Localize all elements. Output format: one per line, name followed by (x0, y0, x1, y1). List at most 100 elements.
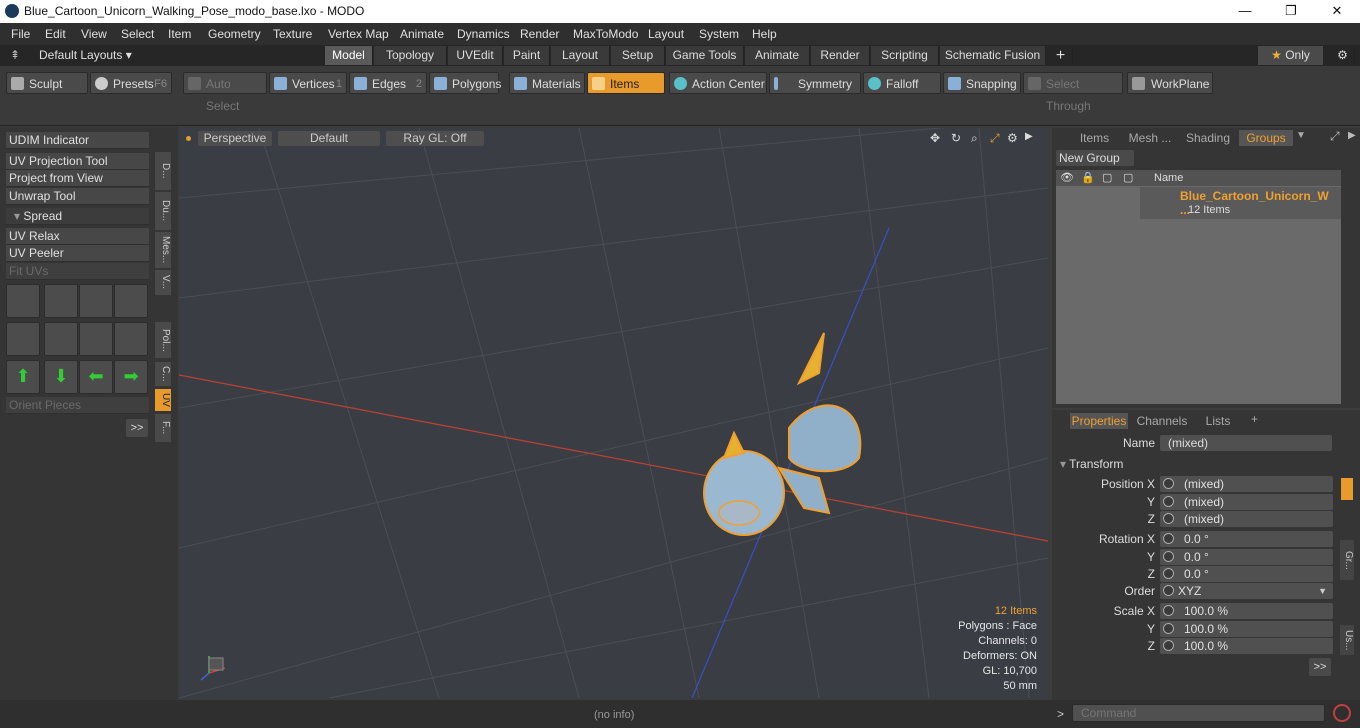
tab-game-tools[interactable]: Game Tools (666, 46, 744, 65)
new-group-button[interactable]: New Group (1056, 150, 1134, 166)
uv-projection-tool-button[interactable]: UV Projection Tool (6, 153, 149, 170)
menu-vertex-map[interactable]: Vertex Map (328, 27, 389, 41)
vtab-mes[interactable]: Mes... (155, 232, 171, 268)
raygl-dropdown[interactable]: Ray GL: Off (386, 131, 484, 146)
udim-indicator-button[interactable]: UDIM Indicator (6, 132, 149, 149)
unwrap-tool-button[interactable]: Unwrap Tool (6, 188, 149, 205)
items-button[interactable]: Items (587, 72, 665, 94)
tab-shading[interactable]: Shading (1180, 130, 1236, 146)
menu-view[interactable]: View (81, 27, 107, 41)
keyframe-icon[interactable] (1163, 568, 1174, 579)
uv-relax-button[interactable]: UV Relax (6, 228, 149, 245)
menu-select[interactable]: Select (121, 27, 154, 41)
maximize-button[interactable]: ❐ (1268, 0, 1314, 23)
tab-render[interactable]: Render (811, 46, 870, 65)
vtab-v[interactable]: V... (155, 270, 171, 295)
pin-icon[interactable]: ⇞ (10, 48, 20, 62)
menu-item[interactable]: Item (168, 27, 191, 41)
position-z-field[interactable]: (mixed) (1160, 511, 1333, 527)
scale-x-field[interactable]: 100.0 % (1160, 603, 1333, 619)
menu-animate[interactable]: Animate (400, 27, 444, 41)
tab-topology[interactable]: Topology (374, 46, 447, 65)
tab-channels[interactable]: Channels (1134, 413, 1190, 429)
arrow-up-icon[interactable]: ⬆ (6, 360, 40, 394)
cube-icon[interactable]: ▢ (1123, 171, 1133, 184)
move-uv-icon[interactable] (6, 284, 40, 318)
gear-icon[interactable]: ⚙ (1331, 46, 1355, 65)
perspective-dropdown[interactable]: Perspective (198, 131, 272, 146)
position-x-field[interactable]: (mixed) (1160, 476, 1333, 492)
lock-icon[interactable]: 🔒 (1081, 171, 1095, 184)
polygons-button[interactable]: Polygons (429, 72, 501, 94)
close-button[interactable]: ✕ (1314, 0, 1360, 23)
tab-mesh[interactable]: Mesh ... (1124, 130, 1176, 146)
tab-items[interactable]: Items (1067, 130, 1122, 146)
select-through-button[interactable]: Select Through (1023, 72, 1123, 113)
keyframe-icon[interactable] (1163, 513, 1174, 524)
viewport-gear-icon[interactable]: ⚙ (1007, 131, 1018, 145)
menu-edit[interactable]: Edit (45, 27, 66, 41)
rotate-uv-icon[interactable] (44, 284, 78, 318)
tab-scripting[interactable]: Scripting (871, 46, 939, 65)
tab-lists[interactable]: Lists (1198, 413, 1238, 429)
scroll-indicator[interactable] (1341, 478, 1353, 500)
uv-cube-icon[interactable] (114, 322, 148, 356)
rotation-x-field[interactable]: 0.0 ° (1160, 531, 1333, 547)
falloff-button[interactable]: Falloff (863, 72, 941, 94)
tab-groups[interactable]: Groups (1239, 130, 1293, 146)
tab-paint[interactable]: Paint (504, 46, 550, 65)
keyframe-icon[interactable] (1163, 623, 1174, 634)
tab-animate[interactable]: Animate (745, 46, 810, 65)
tab-model[interactable]: Model (325, 46, 373, 65)
vtab-us[interactable]: Us... (1340, 625, 1354, 655)
arrow-right-icon[interactable]: ➡ (114, 360, 148, 394)
vtab-c[interactable]: C... (155, 362, 171, 386)
menu-maxtomodo[interactable]: MaxToModo (573, 27, 638, 41)
sculpt-button[interactable]: Sculpt (6, 72, 88, 94)
tab-layout[interactable]: Layout (551, 46, 610, 65)
add-tab-button[interactable]: + (1049, 46, 1073, 65)
keyframe-icon[interactable] (1163, 640, 1174, 651)
add-props-tab-button[interactable]: + (1251, 412, 1258, 426)
uv-peeler-button[interactable]: UV Peeler (6, 245, 149, 262)
arrow-down-icon[interactable]: ⬇ (44, 360, 78, 394)
keyframe-icon[interactable] (1163, 496, 1174, 507)
uv-grid-icon[interactable] (44, 322, 78, 356)
vtab-du[interactable]: Du... (155, 192, 171, 230)
fit-view-icon[interactable]: ⤢ (990, 131, 1000, 146)
default-shading-dropdown[interactable]: Default (278, 131, 380, 146)
default-layouts-dropdown[interactable]: Default Layouts ▾ (39, 48, 132, 62)
symmetry-button[interactable]: Symmetry (769, 72, 861, 94)
arrow-left-icon[interactable]: ⬅ (79, 360, 113, 394)
vtab-gr[interactable]: Gr... (1340, 540, 1354, 580)
only-toggle[interactable]: ★ Only (1258, 46, 1324, 65)
viewport-menu-dot-icon[interactable] (186, 136, 191, 141)
action-center-button[interactable]: Action Center (669, 72, 767, 94)
scale-uv-icon[interactable] (79, 284, 113, 318)
props-more-button[interactable]: >> (1309, 658, 1331, 676)
snapping-button[interactable]: Snapping (943, 72, 1021, 94)
menu-layout[interactable]: Layout (648, 27, 684, 41)
uv-box-icon[interactable] (114, 284, 148, 318)
vtab-pol[interactable]: Pol... (155, 322, 171, 358)
keyframe-icon[interactable] (1163, 585, 1174, 596)
tab-setup[interactable]: Setup (611, 46, 665, 65)
menu-help[interactable]: Help (752, 27, 777, 41)
tab-schematic-fusion[interactable]: Schematic Fusion (940, 46, 1046, 65)
menu-file[interactable]: File (11, 27, 30, 41)
rotation-y-field[interactable]: 0.0 ° (1160, 549, 1333, 565)
rotation-z-field[interactable]: 0.0 ° (1160, 566, 1333, 582)
keyframe-icon[interactable] (1163, 551, 1174, 562)
menu-texture[interactable]: Texture (273, 27, 312, 41)
command-input[interactable] (1072, 704, 1325, 722)
name-field[interactable]: (mixed) (1160, 435, 1332, 451)
maximize-panel-icon[interactable]: ⤢ (1330, 129, 1340, 144)
menu-dynamics[interactable]: Dynamics (457, 27, 510, 41)
menu-render[interactable]: Render (520, 27, 559, 41)
fit-uvs-button[interactable]: Fit UVs (6, 263, 149, 280)
menu-system[interactable]: System (699, 27, 739, 41)
eye-icon[interactable]: 👁 (1060, 171, 1074, 184)
zoom-icon[interactable]: ⌕ (971, 131, 978, 146)
keyframe-icon[interactable] (1163, 533, 1174, 544)
vtab-f[interactable]: F... (155, 414, 171, 442)
